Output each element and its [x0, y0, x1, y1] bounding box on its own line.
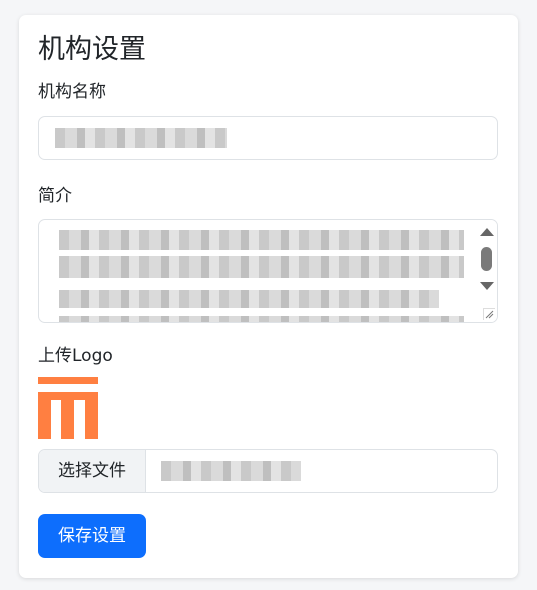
- logo-label: 上传Logo: [38, 346, 113, 366]
- orange-tt-logo: [38, 377, 98, 439]
- redacted-intro-line-2: [59, 256, 464, 278]
- choose-file-button[interactable]: 选择文件: [39, 450, 146, 492]
- redacted-intro-line-1: [59, 230, 464, 250]
- intro-label: 简介: [38, 186, 72, 206]
- redacted-file-name: [161, 461, 301, 481]
- org-name-input[interactable]: [38, 116, 498, 160]
- save-button[interactable]: 保存设置: [38, 514, 146, 558]
- redacted-name-text: [55, 128, 227, 148]
- redacted-intro-line-4: [59, 316, 464, 322]
- settings-card: 机构设置 机构名称 简介 上传Logo 选择文件 保存设置: [19, 15, 518, 578]
- triangle-down-icon[interactable]: [480, 282, 494, 290]
- intro-textarea[interactable]: [38, 219, 498, 323]
- scroll-thumb[interactable]: [481, 247, 492, 271]
- triangle-up-icon[interactable]: [480, 228, 494, 236]
- textarea-scrollbar[interactable]: [475, 220, 497, 322]
- redacted-intro-line-3: [59, 290, 439, 308]
- page-title: 机构设置: [38, 34, 146, 65]
- resize-grip-icon[interactable]: [483, 308, 495, 320]
- org-name-label: 机构名称: [38, 82, 106, 102]
- file-input-group[interactable]: 选择文件: [38, 449, 498, 493]
